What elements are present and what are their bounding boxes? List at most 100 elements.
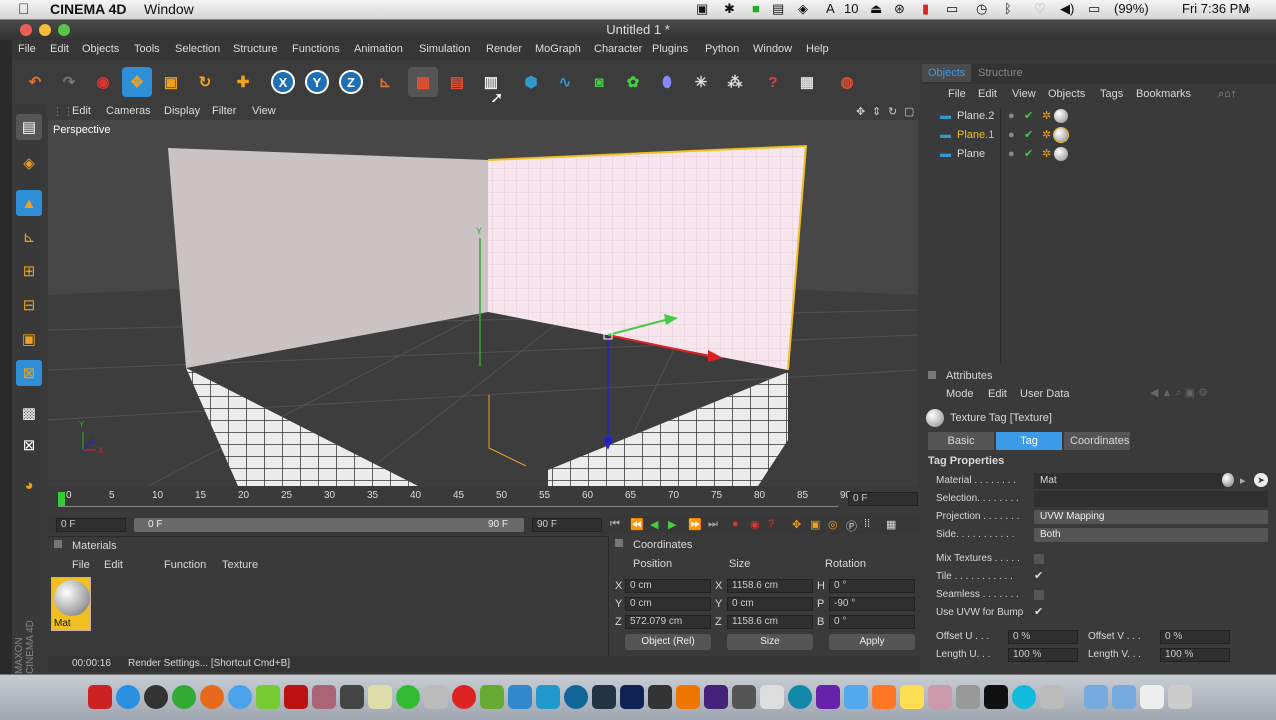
coord-pos-x[interactable]: 0 cm (625, 579, 711, 593)
viewport-pan-icon[interactable]: ✥ (856, 105, 865, 118)
enabled-check-icon[interactable]: ✔ (1024, 147, 1033, 160)
coord-rot-h[interactable]: 0 ° (829, 579, 915, 593)
attr-projection-dropdown[interactable]: UVW Mapping (1034, 510, 1268, 524)
mem-icon[interactable]: ▮ (922, 1, 929, 17)
texture-tag-icon[interactable] (1054, 147, 1068, 161)
redo-icon[interactable]: ↷ (54, 67, 84, 97)
object-row-plane[interactable]: ▬ Plane ● ✔ ✲ (922, 146, 1276, 164)
attr-tab-tag[interactable]: Tag (996, 432, 1062, 450)
layout-icon[interactable]: ▦ (792, 67, 822, 97)
viewport-maximize-icon[interactable]: ▢ (904, 105, 914, 118)
coord-size-z[interactable]: 1158.6 cm (727, 615, 813, 629)
menu-edit[interactable]: Edit (50, 43, 69, 55)
y-axis-lock-button[interactable]: Y (302, 67, 332, 97)
dock-app-icon[interactable] (88, 685, 112, 709)
key-pla-icon[interactable]: ⁞⁞ (864, 518, 870, 530)
attr-tile-checkbox[interactable]: ✔ (1034, 571, 1044, 582)
minecraft-icon[interactable] (480, 685, 504, 709)
camera-icon[interactable]: ▣ (696, 1, 708, 17)
record-icon[interactable]: ● (732, 518, 739, 530)
particle-icon[interactable]: ⁂ (720, 67, 750, 97)
guitar-icon[interactable] (312, 685, 336, 709)
checker-icon[interactable]: ▩ (16, 400, 42, 426)
cube-icon[interactable]: ⬢ (516, 67, 546, 97)
next-key-icon[interactable]: ⏩ (688, 518, 702, 531)
dashboard-icon[interactable] (144, 685, 168, 709)
menu-help[interactable]: Help (806, 43, 829, 55)
axis-mode-icon[interactable]: ⊾ (16, 224, 42, 250)
tab-objects[interactable]: Objects (922, 64, 972, 82)
appstore-icon[interactable] (508, 685, 532, 709)
model-mode-icon[interactable]: ◈ (16, 150, 42, 176)
texture-tag-icon-selected[interactable] (1053, 127, 1069, 143)
viewport-rotate-icon[interactable]: ↻ (888, 105, 897, 118)
timeline-layout-icon[interactable]: ▦ (886, 518, 896, 531)
menu-window[interactable]: Window (753, 43, 792, 55)
coord-pos-y[interactable]: 0 cm (625, 597, 711, 611)
dvd-icon[interactable] (788, 685, 812, 709)
deformer-icon[interactable]: ⬮ (652, 67, 682, 97)
key-position-icon[interactable]: ✥ (792, 518, 801, 531)
enabled-check-icon[interactable]: ✔ (1024, 109, 1033, 122)
texture-mode-icon[interactable]: ⊠ (16, 360, 42, 386)
key-rotation-icon[interactable]: ◎ (828, 518, 838, 531)
x-axis-lock-button[interactable]: X (268, 67, 298, 97)
folder-icon[interactable] (1112, 685, 1136, 709)
play-icon[interactable]: ▶ (668, 518, 676, 531)
viewport-menu-cameras[interactable]: Cameras (106, 105, 151, 117)
evernote-icon[interactable]: ■ (752, 1, 760, 16)
lightroom-icon[interactable] (648, 685, 672, 709)
attr-mix-checkbox[interactable] (1034, 554, 1044, 564)
enabled-check-icon[interactable]: ✔ (1024, 128, 1033, 141)
viewport-3d[interactable]: Perspective Y Y Z X (48, 120, 918, 486)
skype-icon[interactable] (116, 685, 140, 709)
playhead[interactable] (58, 492, 65, 506)
document-icon[interactable] (1140, 685, 1164, 709)
illustrator-icon[interactable] (676, 685, 700, 709)
firefox-icon[interactable] (200, 685, 224, 709)
menu-objects[interactable]: Objects (82, 43, 119, 55)
after-effects-icon[interactable] (592, 685, 616, 709)
chrome-icon[interactable] (172, 685, 196, 709)
premiere-icon[interactable] (704, 685, 728, 709)
attr-tab-coordinates[interactable]: Coordinates (1064, 432, 1130, 450)
menu-simulation[interactable]: Simulation (419, 43, 470, 55)
photos-icon[interactable] (424, 685, 448, 709)
material-arrow-icon[interactable]: ▸ (1240, 474, 1246, 487)
viewport-menu-edit[interactable]: Edit (72, 105, 91, 117)
adobe-icon[interactable]: A (826, 1, 835, 16)
safari-icon[interactable] (228, 685, 252, 709)
objects-menu-bookmarks[interactable]: Bookmarks (1136, 88, 1191, 100)
camera-light-icon[interactable]: ? (758, 67, 788, 97)
activity-icon[interactable] (956, 685, 980, 709)
attr-material-field[interactable] (1034, 473, 1224, 489)
bluetooth-icon[interactable]: ᛒ (1004, 1, 1012, 16)
layer-dot-icon[interactable]: ● (1008, 129, 1015, 141)
terminal-icon[interactable] (984, 685, 1008, 709)
polygons-mode-icon[interactable]: ▣ (16, 326, 42, 352)
web-icon[interactable]: ◍ (832, 67, 862, 97)
dock-h-icon[interactable] (256, 685, 280, 709)
add-object-icon[interactable]: ✚ (228, 67, 258, 97)
subdivision-icon[interactable]: ◙ (584, 67, 614, 97)
attributes-menu-mode[interactable]: Mode (946, 388, 974, 400)
coord-size-x[interactable]: 1158.6 cm (727, 579, 813, 593)
dock-w-icon[interactable] (844, 685, 868, 709)
render-view-icon[interactable]: ▦ (408, 67, 438, 97)
folder-icon[interactable] (1084, 685, 1108, 709)
keyframe-icon[interactable]: ? (768, 518, 774, 530)
gallery-icon[interactable] (928, 685, 952, 709)
rotate-tool-icon[interactable]: ↻ (190, 67, 220, 97)
coord-rot-b[interactable]: 0 ° (829, 615, 915, 629)
materials-menu-file[interactable]: File (72, 559, 90, 571)
prev-key-icon[interactable]: ⏪ (630, 518, 644, 531)
dropbox-icon[interactable]: ◈ (798, 1, 808, 17)
material-swatch-icon[interactable] (1222, 473, 1234, 487)
attr-selection-field[interactable] (1034, 491, 1268, 507)
coord-apply-button[interactable]: Apply (829, 634, 915, 650)
mail-icon[interactable] (536, 685, 560, 709)
go-start-icon[interactable]: ⏮ (610, 518, 620, 531)
trash-icon[interactable] (1168, 685, 1192, 709)
menu-file[interactable]: File (18, 43, 36, 55)
display-icon[interactable]: ▭ (946, 1, 958, 17)
